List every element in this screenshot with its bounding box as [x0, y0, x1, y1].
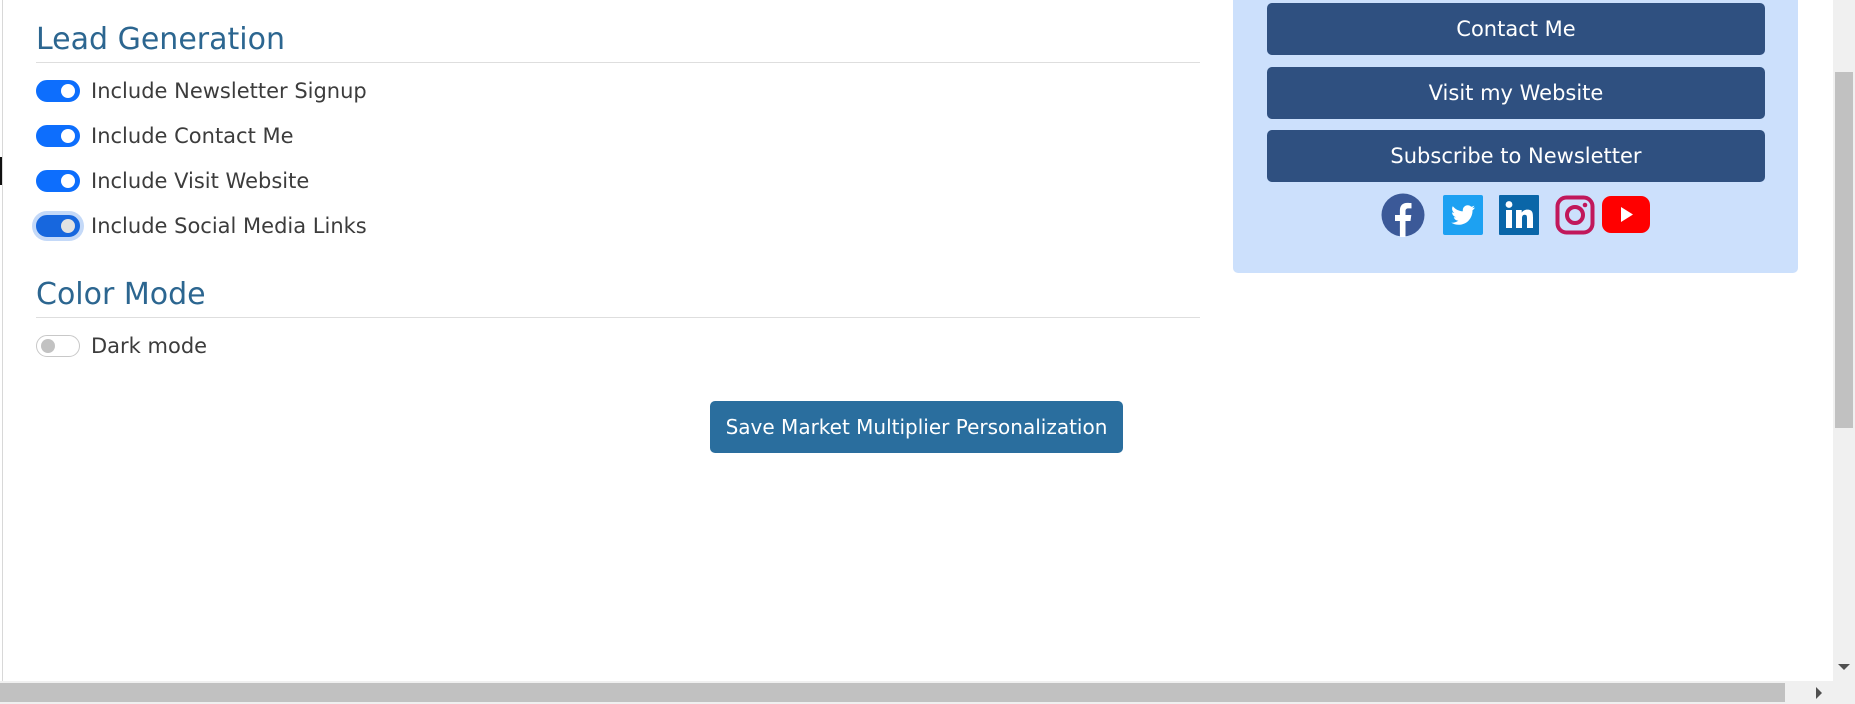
vertical-scrollbar[interactable] — [1833, 0, 1855, 681]
vertical-scrollbar-thumb[interactable] — [1835, 72, 1853, 428]
contact-me-label: Include Contact Me — [91, 124, 294, 148]
preview-contact-me-button[interactable]: Contact Me — [1267, 3, 1765, 55]
save-personalization-button[interactable]: Save Market Multiplier Personalization — [710, 401, 1123, 453]
toggle-knob — [61, 84, 75, 98]
lead-generation-heading: Lead Generation — [36, 22, 285, 57]
instagram-icon[interactable] — [1555, 195, 1595, 235]
text-cursor — [0, 157, 2, 185]
horizontal-scrollbar-thumb[interactable] — [0, 683, 1785, 702]
facebook-icon[interactable] — [1381, 193, 1425, 237]
page-left-border — [2, 0, 3, 681]
toggle-knob — [41, 339, 55, 353]
toggle-knob — [61, 129, 75, 143]
dark-mode-label: Dark mode — [91, 334, 208, 358]
scrollbar-corner — [1833, 681, 1855, 704]
contact-me-toggle[interactable] — [36, 125, 80, 147]
visit-website-label: Include Visit Website — [91, 169, 310, 193]
social-media-links-label: Include Social Media Links — [91, 214, 367, 238]
scroll-down-arrow-icon[interactable] — [1838, 664, 1850, 670]
preview-subscribe-newsletter-button[interactable]: Subscribe to Newsletter — [1267, 130, 1765, 182]
dark-mode-toggle[interactable] — [36, 335, 80, 357]
youtube-icon[interactable] — [1602, 196, 1650, 233]
toggle-row-social-media-links[interactable]: Include Social Media Links — [36, 213, 367, 239]
newsletter-signup-label: Include Newsletter Signup — [91, 79, 367, 103]
toggle-row-dark-mode[interactable]: Dark mode — [36, 333, 207, 359]
preview-visit-website-button[interactable]: Visit my Website — [1267, 67, 1765, 119]
visit-website-toggle[interactable] — [36, 170, 80, 192]
twitter-icon[interactable] — [1443, 195, 1483, 235]
scroll-right-arrow-icon[interactable] — [1816, 687, 1822, 699]
newsletter-signup-toggle[interactable] — [36, 80, 80, 102]
color-mode-divider — [36, 317, 1200, 318]
social-media-links-toggle[interactable] — [36, 215, 80, 237]
toggle-row-visit-website[interactable]: Include Visit Website — [36, 168, 309, 194]
lead-generation-divider — [36, 62, 1200, 63]
toggle-knob — [61, 174, 75, 188]
toggle-knob — [61, 219, 75, 233]
toggle-row-newsletter-signup[interactable]: Include Newsletter Signup — [36, 78, 367, 104]
toggle-row-contact-me[interactable]: Include Contact Me — [36, 123, 294, 149]
linkedin-icon[interactable] — [1499, 195, 1539, 235]
color-mode-heading: Color Mode — [36, 277, 206, 312]
horizontal-scrollbar[interactable] — [0, 681, 1833, 704]
